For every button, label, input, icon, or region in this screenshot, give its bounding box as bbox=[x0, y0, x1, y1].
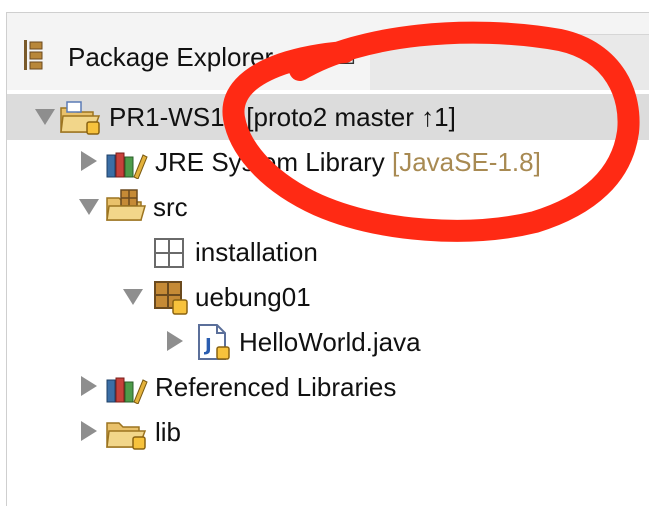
tree-item-project[interactable]: PR1-WS19 [proto2 master ↑1] bbox=[7, 94, 649, 140]
tree-item-jre-library[interactable]: JRE System Library [JavaSE-1.8] bbox=[7, 139, 649, 185]
tree-item-referenced-libraries[interactable]: Referenced Libraries bbox=[7, 364, 649, 410]
tree-item-label: PR1-WS19 [proto2 master ↑1] bbox=[109, 102, 456, 133]
package-icon bbox=[154, 281, 188, 315]
tree-item-label: installation bbox=[195, 237, 318, 267]
git-decoration: [proto2 master ↑1] bbox=[246, 102, 456, 132]
window-top-strip bbox=[0, 0, 649, 12]
tree-item-package-uebung01[interactable]: uebung01 bbox=[7, 274, 649, 320]
expand-twisty-icon[interactable] bbox=[167, 331, 183, 351]
package-tree: PR1-WS19 [proto2 master ↑1] JRE System L… bbox=[6, 90, 649, 506]
empty-package-icon bbox=[154, 238, 184, 268]
library-name: JRE System Library bbox=[155, 147, 385, 177]
close-icon[interactable]: ☒ bbox=[333, 42, 356, 68]
tree-item-label: HelloWorld.java bbox=[239, 327, 421, 357]
library-books-icon bbox=[106, 152, 148, 179]
tree-item-package-installation[interactable]: installation bbox=[7, 229, 649, 275]
project-name: PR1-WS19 bbox=[109, 102, 240, 132]
folder-icon bbox=[106, 422, 147, 450]
java-file-icon: J bbox=[198, 324, 230, 360]
collapse-twisty-icon[interactable] bbox=[35, 109, 55, 125]
expand-twisty-icon[interactable] bbox=[81, 421, 97, 441]
svg-text:J: J bbox=[203, 335, 212, 356]
view-title: Package Explorer bbox=[68, 42, 274, 72]
jre-version-decoration: [JavaSE-1.8] bbox=[391, 147, 541, 177]
collapse-twisty-icon[interactable] bbox=[79, 199, 99, 215]
tree-item-lib-folder[interactable]: lib bbox=[7, 409, 649, 455]
tree-item-label: uebung01 bbox=[195, 282, 311, 312]
expand-twisty-icon[interactable] bbox=[81, 376, 97, 396]
collapse-twisty-icon[interactable] bbox=[123, 289, 143, 305]
tree-item-label: src bbox=[153, 192, 188, 222]
library-books-icon bbox=[106, 377, 148, 404]
project-folder-icon bbox=[60, 101, 101, 135]
tree-item-label: lib bbox=[155, 417, 182, 447]
expand-twisty-icon[interactable] bbox=[81, 151, 97, 171]
tab-bar-empty-area bbox=[370, 34, 649, 90]
package-explorer-icon bbox=[24, 40, 43, 70]
tree-item-src[interactable]: src bbox=[7, 184, 649, 230]
source-folder-icon bbox=[106, 189, 146, 221]
tree-item-file-helloworld[interactable]: J HelloWorld.java bbox=[7, 319, 649, 365]
tree-item-label: Referenced Libraries bbox=[155, 372, 397, 402]
tree-item-label: JRE System Library [JavaSE-1.8] bbox=[155, 147, 541, 178]
